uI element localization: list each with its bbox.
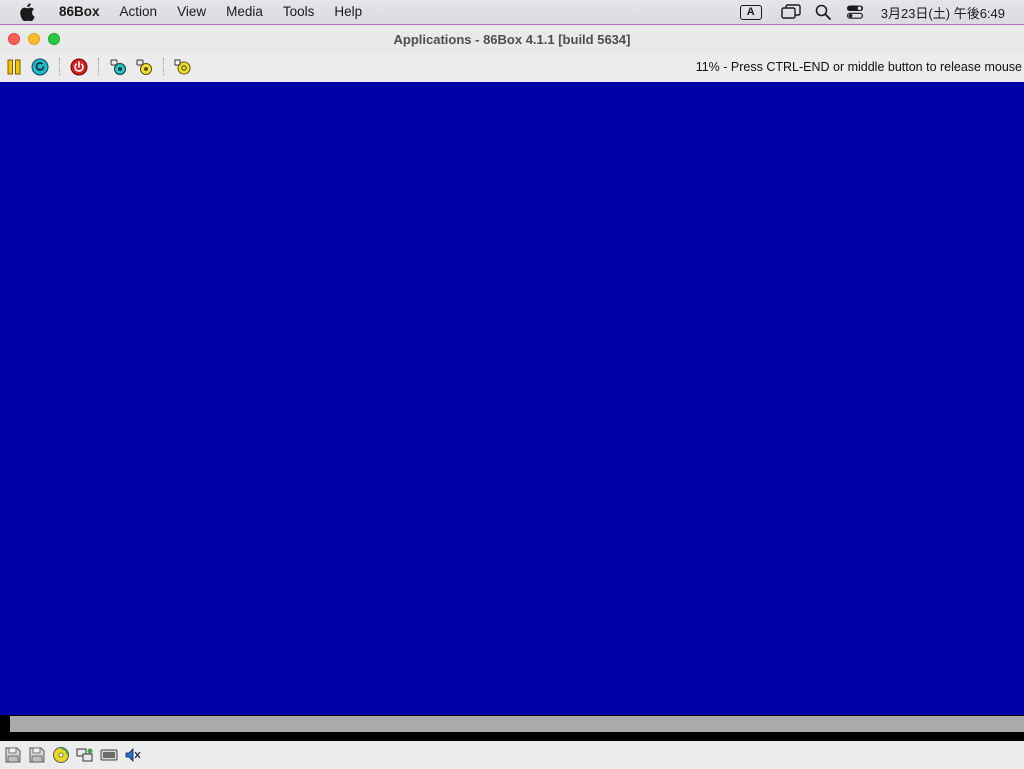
spotlight-search-icon[interactable]: [807, 0, 839, 24]
toolbar-separator: [98, 58, 99, 76]
dos-status-bar: [10, 716, 1024, 732]
close-window-button[interactable]: [8, 33, 20, 45]
minimize-window-button[interactable]: [28, 33, 40, 45]
sound-icon[interactable]: [121, 744, 145, 766]
window-controls: [8, 33, 60, 45]
ctrl-alt-del-icon[interactable]: [27, 55, 53, 79]
power-icon[interactable]: [66, 55, 92, 79]
menu-view[interactable]: View: [167, 0, 216, 24]
menubar-status-area: A 3月23日(土) 午後6:49: [735, 0, 1024, 24]
floppy-1-icon[interactable]: [1, 744, 25, 766]
network-icon[interactable]: [73, 744, 97, 766]
menu-bar: 86Box Action View Media Tools Help A 3月2…: [0, 0, 1024, 24]
emulator-statusbar: [0, 741, 1024, 769]
emulator-screen-bottom-strip: [0, 715, 1024, 741]
menubar-clock[interactable]: 3月23日(土) 午後6:49: [881, 3, 1005, 22]
menu-help[interactable]: Help: [324, 0, 372, 24]
maximize-window-button[interactable]: [48, 33, 60, 45]
menu-action[interactable]: Action: [110, 0, 168, 24]
toolbar-separator: [163, 58, 164, 76]
pause-icon[interactable]: [1, 55, 27, 79]
control-center-icon[interactable]: [839, 0, 871, 24]
emulator-window: Applications - 86Box 4.1.1 [build 5634] …: [0, 24, 1024, 769]
settings-icon[interactable]: [105, 55, 131, 79]
menu-tools[interactable]: Tools: [273, 0, 325, 24]
keyboard-icon[interactable]: [97, 744, 121, 766]
screen-mirroring-icon[interactable]: [775, 0, 807, 24]
window-title: Applications - 86Box 4.1.1 [build 5634]: [393, 31, 631, 47]
emulator-toolbar: 11% - Press CTRL-END or middle button to…: [0, 53, 1024, 81]
emulator-screen[interactable]: [0, 82, 1024, 715]
apple-menu-icon[interactable]: [17, 2, 37, 22]
input-source-label: A: [739, 4, 762, 20]
floppy-2-icon[interactable]: [25, 744, 49, 766]
hardware-icon[interactable]: [170, 55, 196, 79]
toolbar-separator: [59, 58, 60, 76]
settings-alt-icon[interactable]: [131, 55, 157, 79]
mouse-capture-status: 11% - Press CTRL-END or middle button to…: [695, 60, 1022, 74]
menu-media[interactable]: Media: [216, 0, 273, 24]
input-source-indicator[interactable]: A: [735, 0, 767, 24]
window-titlebar[interactable]: Applications - 86Box 4.1.1 [build 5634]: [0, 25, 1024, 53]
menu-app-86box[interactable]: 86Box: [53, 0, 110, 24]
cdrom-icon[interactable]: [49, 744, 73, 766]
